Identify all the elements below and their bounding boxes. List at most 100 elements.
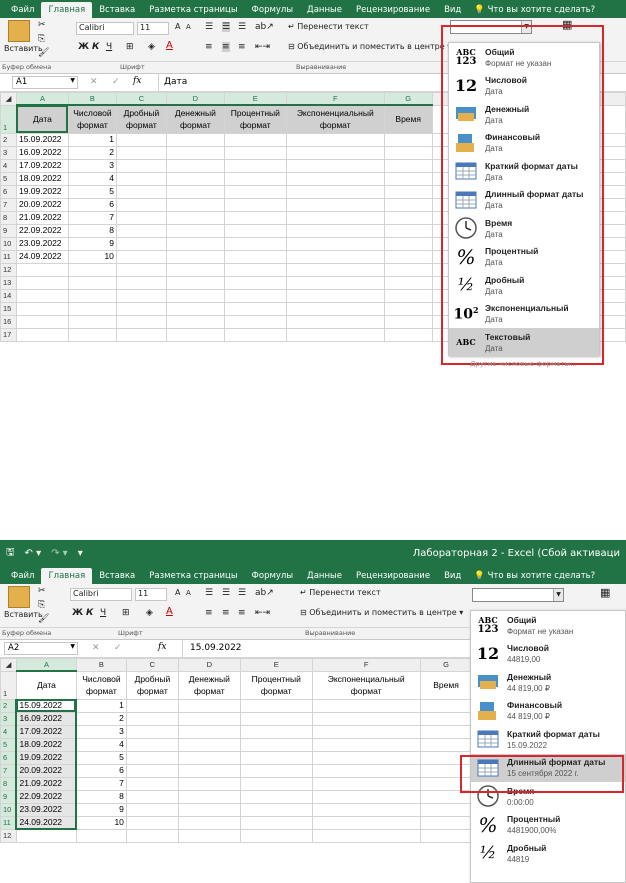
save-icon[interactable]: 🖫 xyxy=(6,545,15,562)
cell[interactable] xyxy=(285,236,385,251)
align-middle-icon[interactable]: ☰ xyxy=(222,588,230,598)
tab-data[interactable]: Данные xyxy=(300,571,349,584)
cell[interactable] xyxy=(15,275,69,290)
cell[interactable] xyxy=(165,301,225,316)
number-cell[interactable]: 8 xyxy=(67,223,117,238)
format-option[interactable]: ABC 123 Общий Формат не указан xyxy=(471,611,625,640)
cell[interactable] xyxy=(15,327,69,342)
italic-button[interactable]: К xyxy=(92,42,99,52)
number-cell[interactable]: 4 xyxy=(75,737,127,752)
cancel-icon[interactable]: ✕ xyxy=(92,643,100,653)
cell[interactable] xyxy=(165,327,225,342)
align-center-icon[interactable]: ≡ xyxy=(222,42,230,52)
row-header[interactable]: 5 xyxy=(0,171,17,186)
cell[interactable] xyxy=(419,737,473,752)
cell[interactable] xyxy=(115,327,167,342)
cell[interactable] xyxy=(311,711,421,726)
column-header-e[interactable]: E xyxy=(223,92,287,106)
function-icon[interactable]: fx xyxy=(133,76,141,86)
tab-formulas[interactable]: Формулы xyxy=(245,571,301,584)
cell[interactable] xyxy=(177,789,241,804)
row-header[interactable]: 7 xyxy=(0,763,17,778)
cell[interactable] xyxy=(311,724,421,739)
cell[interactable] xyxy=(239,711,313,726)
cell[interactable] xyxy=(223,145,287,160)
cell[interactable] xyxy=(115,184,167,199)
row-header[interactable]: 9 xyxy=(0,789,17,804)
fill-color-icon[interactable]: ◈ xyxy=(146,608,153,618)
cell[interactable] xyxy=(285,314,385,329)
column-header-c[interactable]: C xyxy=(115,92,167,106)
number-cell[interactable]: 9 xyxy=(75,802,127,817)
cell[interactable] xyxy=(383,314,433,329)
formula-input[interactable]: Дата xyxy=(164,77,187,87)
redo-icon[interactable]: ↷ ▾ xyxy=(51,548,68,559)
format-option[interactable]: Краткий формат даты 15.09.2022 xyxy=(471,725,625,754)
align-top-icon[interactable]: ☰ xyxy=(205,588,213,598)
undo-icon[interactable]: ↶ ▾ xyxy=(25,548,42,559)
number-cell[interactable]: 10 xyxy=(67,249,117,264)
column-header-g[interactable]: G xyxy=(383,92,433,106)
row-header[interactable]: 13 xyxy=(0,275,17,290)
number-cell[interactable]: 7 xyxy=(67,210,117,225)
cell[interactable] xyxy=(383,171,433,186)
tab-view[interactable]: Вид xyxy=(437,5,468,18)
cell[interactable] xyxy=(125,815,179,830)
align-left-icon[interactable]: ≡ xyxy=(205,608,213,618)
number-cell[interactable]: 5 xyxy=(67,184,117,199)
row-header[interactable]: 4 xyxy=(0,724,17,739)
select-all-corner[interactable]: ◢ xyxy=(0,658,17,672)
cell[interactable] xyxy=(165,275,225,290)
date-cell[interactable]: 22.09.2022 xyxy=(15,789,78,804)
row-header[interactable]: 6 xyxy=(0,184,17,199)
copy-icon[interactable]: ⎘ xyxy=(38,34,45,44)
cell[interactable] xyxy=(15,301,69,316)
formula-input[interactable]: 15.09.2022 xyxy=(190,643,242,653)
cell[interactable] xyxy=(125,802,179,817)
row-header[interactable]: 2 xyxy=(0,132,17,147)
select-all-corner[interactable]: ◢ xyxy=(0,92,17,106)
cell[interactable] xyxy=(125,724,179,739)
row-header[interactable]: 11 xyxy=(0,815,17,830)
cell[interactable] xyxy=(383,249,433,264)
date-cell[interactable]: 24.09.2022 xyxy=(15,249,69,264)
number-cell[interactable]: 4 xyxy=(67,171,117,186)
cell[interactable] xyxy=(67,262,117,277)
number-cell[interactable]: 6 xyxy=(75,763,127,778)
cell[interactable] xyxy=(311,750,421,765)
cut-icon[interactable]: ✂ xyxy=(38,20,46,30)
cell[interactable] xyxy=(165,288,225,303)
cell[interactable] xyxy=(285,210,385,225)
tab-view[interactable]: Вид xyxy=(437,571,468,584)
cell[interactable] xyxy=(223,262,287,277)
cell[interactable] xyxy=(165,314,225,329)
cell[interactable] xyxy=(239,815,313,830)
date-cell[interactable]: 16.09.2022 xyxy=(15,145,69,160)
tab-insert[interactable]: Вставка xyxy=(92,5,142,18)
cell[interactable] xyxy=(419,698,473,713)
cell[interactable] xyxy=(115,145,167,160)
column-header-g[interactable]: G xyxy=(419,658,473,672)
cell[interactable] xyxy=(285,249,385,264)
tell-me[interactable]: 💡 Что вы хотите сделать? xyxy=(474,571,595,584)
underline-button[interactable]: Ч xyxy=(100,608,106,618)
cell[interactable] xyxy=(285,132,385,147)
cell[interactable] xyxy=(239,724,313,739)
cell[interactable] xyxy=(383,288,433,303)
cell[interactable] xyxy=(239,763,313,778)
row-header[interactable]: 6 xyxy=(0,750,17,765)
column-header-f[interactable]: F xyxy=(285,92,385,106)
cell[interactable] xyxy=(177,815,241,830)
indent-icon[interactable]: ⇤⇥ xyxy=(255,608,270,618)
borders-icon[interactable]: ⊞ xyxy=(126,42,134,52)
cell[interactable] xyxy=(67,301,117,316)
tab-formulas[interactable]: Формулы xyxy=(245,5,301,18)
align-top-icon[interactable]: ☰ xyxy=(205,22,213,32)
cell[interactable] xyxy=(165,171,225,186)
number-cell[interactable]: 1 xyxy=(67,132,117,147)
cell[interactable] xyxy=(419,828,473,843)
cell[interactable] xyxy=(239,789,313,804)
cell[interactable] xyxy=(165,197,225,212)
fill-color-icon[interactable]: ◈ xyxy=(148,42,155,52)
font-name-select[interactable]: Calibri xyxy=(70,588,132,601)
